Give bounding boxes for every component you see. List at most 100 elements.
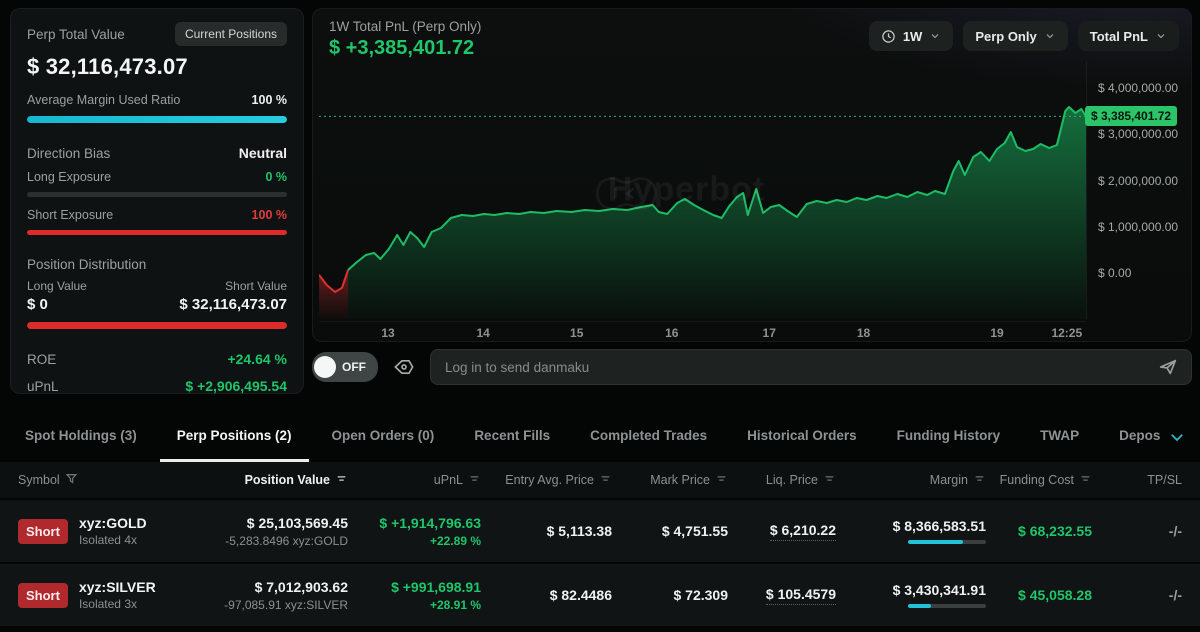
direction-bias-label: Direction Bias bbox=[27, 146, 110, 161]
tab-recent-fills[interactable]: Recent Fills bbox=[457, 412, 567, 462]
direction-bias-value: Neutral bbox=[239, 145, 287, 161]
column-header-label: Margin bbox=[930, 473, 968, 487]
perp-total-value: $ 32,116,473.07 bbox=[27, 54, 287, 80]
column-header-margin[interactable]: Margin bbox=[836, 472, 986, 488]
current-positions-badge[interactable]: Current Positions bbox=[175, 22, 287, 46]
upnl-percent: +28.91 % bbox=[348, 598, 481, 612]
position-row-xyz-silver[interactable]: Shortxyz:SILVERIsolated 3x$ 7,012,903.62… bbox=[0, 564, 1200, 626]
x-axis-tick: 12:25 bbox=[1051, 326, 1082, 340]
column-header-position-value[interactable]: Position Value bbox=[218, 472, 348, 488]
long-exposure-value: 0 % bbox=[265, 170, 287, 184]
column-header-entry-avg-price[interactable]: Entry Avg. Price bbox=[481, 472, 612, 488]
danmaku-toggle[interactable]: OFF bbox=[312, 352, 378, 382]
long-exposure-bar bbox=[27, 192, 287, 197]
position-distribution-label: Position Distribution bbox=[27, 257, 146, 272]
tabs-overflow-chevron-icon[interactable] bbox=[1168, 428, 1186, 451]
liq-price[interactable]: $ 105.4579 bbox=[766, 586, 836, 605]
column-header-funding-cost[interactable]: Funding Cost bbox=[986, 472, 1092, 488]
column-header-label: uPnL bbox=[434, 473, 463, 487]
upnl-value: $ +2,906,495.54 bbox=[185, 378, 287, 394]
metric-dropdown[interactable]: Total PnL bbox=[1078, 21, 1179, 51]
sort-icon bbox=[823, 472, 836, 488]
tab-funding-history[interactable]: Funding History bbox=[880, 412, 1018, 462]
tab-label: Historical Orders bbox=[747, 428, 857, 443]
tab-spot-holdings-3[interactable]: Spot Holdings (3) bbox=[8, 412, 154, 462]
position-size: -97,085.91 xyz:SILVER bbox=[218, 598, 348, 612]
tab-twap[interactable]: TWAP bbox=[1023, 412, 1096, 462]
scope-value: Perp Only bbox=[975, 29, 1036, 44]
x-axis-tick: 14 bbox=[476, 326, 489, 340]
column-header-label: Liq. Price bbox=[766, 473, 818, 487]
column-header-liq-price[interactable]: Liq. Price bbox=[728, 472, 836, 488]
column-header-symbol[interactable]: Symbol bbox=[18, 472, 218, 488]
long-exposure-label: Long Exposure bbox=[27, 170, 111, 184]
chart-pnl-value: $ +3,385,401.72 bbox=[329, 37, 474, 60]
tpsl-value[interactable]: -/- bbox=[1092, 587, 1182, 603]
margin-ratio-label: Average Margin Used Ratio bbox=[27, 93, 180, 107]
column-header-tp-sl[interactable]: TP/SL bbox=[1092, 473, 1182, 487]
send-icon[interactable] bbox=[1157, 356, 1179, 383]
sort-icon bbox=[599, 472, 612, 488]
margin-ratio-bar-fill bbox=[27, 116, 287, 123]
column-header-label: Symbol bbox=[18, 473, 60, 487]
liq-price[interactable]: $ 6,210.22 bbox=[770, 522, 836, 541]
upnl-value: $ +1,914,796.63 bbox=[348, 515, 481, 531]
x-axis-tick: 17 bbox=[763, 326, 776, 340]
position-size: -5,283.8496 xyz:GOLD bbox=[218, 534, 348, 548]
pnl-area-chart[interactable]: Hyperbot bbox=[319, 61, 1086, 319]
margin-usage-bar bbox=[908, 540, 986, 544]
column-header-label: TP/SL bbox=[1147, 473, 1182, 487]
time-range-dropdown[interactable]: 1W bbox=[869, 21, 954, 51]
column-header-label: Entry Avg. Price bbox=[505, 473, 594, 487]
sort-icon bbox=[335, 472, 348, 488]
tab-label: Perp Positions (2) bbox=[177, 428, 292, 443]
y-axis-tick: $ 3,000,000.00 bbox=[1098, 127, 1178, 141]
danmaku-bar: OFF bbox=[312, 349, 1192, 385]
chevron-down-icon bbox=[1044, 30, 1056, 42]
long-value: $ 0 bbox=[27, 296, 48, 313]
scope-dropdown[interactable]: Perp Only bbox=[963, 21, 1067, 51]
position-row-xyz-gold[interactable]: Shortxyz:GOLDIsolated 4x$ 25,103,569.45-… bbox=[0, 500, 1200, 562]
tab-label: Recent Fills bbox=[474, 428, 550, 443]
column-header-label: Funding Cost bbox=[1000, 473, 1074, 487]
tpsl-value[interactable]: -/- bbox=[1092, 523, 1182, 539]
distribution-bar-fill bbox=[27, 322, 287, 329]
danmaku-input[interactable] bbox=[430, 349, 1192, 385]
y-axis-tick: $ 4,000,000.00 bbox=[1098, 81, 1178, 95]
roe-label: ROE bbox=[27, 352, 56, 367]
tab-open-orders-0[interactable]: Open Orders (0) bbox=[315, 412, 452, 462]
tab-completed-trades[interactable]: Completed Trades bbox=[573, 412, 724, 462]
column-header-mark-price[interactable]: Mark Price bbox=[612, 472, 728, 488]
mark-price: $ 72.309 bbox=[612, 587, 728, 603]
roe-value: +24.64 % bbox=[227, 351, 287, 367]
y-axis-tick: $ 2,000,000.00 bbox=[1098, 174, 1178, 188]
tab-perp-positions-2[interactable]: Perp Positions (2) bbox=[160, 412, 309, 462]
danmaku-settings-icon[interactable] bbox=[391, 354, 417, 380]
x-axis-tick: 13 bbox=[381, 326, 394, 340]
y-axis-tick: $ 1,000,000.00 bbox=[1098, 220, 1178, 234]
margin-ratio-bar bbox=[27, 116, 287, 123]
tab-label: Open Orders (0) bbox=[332, 428, 435, 443]
clock-icon bbox=[881, 29, 896, 44]
symbol-name: xyz:SILVER bbox=[79, 579, 156, 595]
column-header-upnl[interactable]: uPnL bbox=[348, 472, 481, 488]
margin-ratio-value: 100 % bbox=[252, 93, 287, 107]
tab-label: Completed Trades bbox=[590, 428, 707, 443]
side-badge: Short bbox=[18, 583, 68, 608]
y-axis-tick: $ 0.00 bbox=[1098, 266, 1131, 280]
x-axis-tick: 19 bbox=[990, 326, 1003, 340]
current-value-tag: $ 3,385,401.72 bbox=[1085, 106, 1177, 126]
x-axis-tick: 18 bbox=[857, 326, 870, 340]
danmaku-input-wrap bbox=[430, 349, 1192, 385]
short-exposure-value: 100 % bbox=[252, 208, 287, 222]
upnl-label: uPnL bbox=[27, 379, 59, 394]
short-exposure-label: Short Exposure bbox=[27, 208, 113, 222]
x-axis-tick: 15 bbox=[570, 326, 583, 340]
tab-deposits-withdraw[interactable]: Deposits & Withdraw bbox=[1102, 412, 1160, 462]
funding-cost: $ 68,232.55 bbox=[986, 523, 1092, 539]
positions-table-header: Symbol Position Value uPnL Entry Avg. Price… bbox=[0, 462, 1200, 498]
position-value: $ 7,012,903.62 bbox=[218, 579, 348, 595]
tab-historical-orders[interactable]: Historical Orders bbox=[730, 412, 874, 462]
column-header-label: Position Value bbox=[245, 473, 330, 487]
tab-label: Spot Holdings (3) bbox=[25, 428, 137, 443]
